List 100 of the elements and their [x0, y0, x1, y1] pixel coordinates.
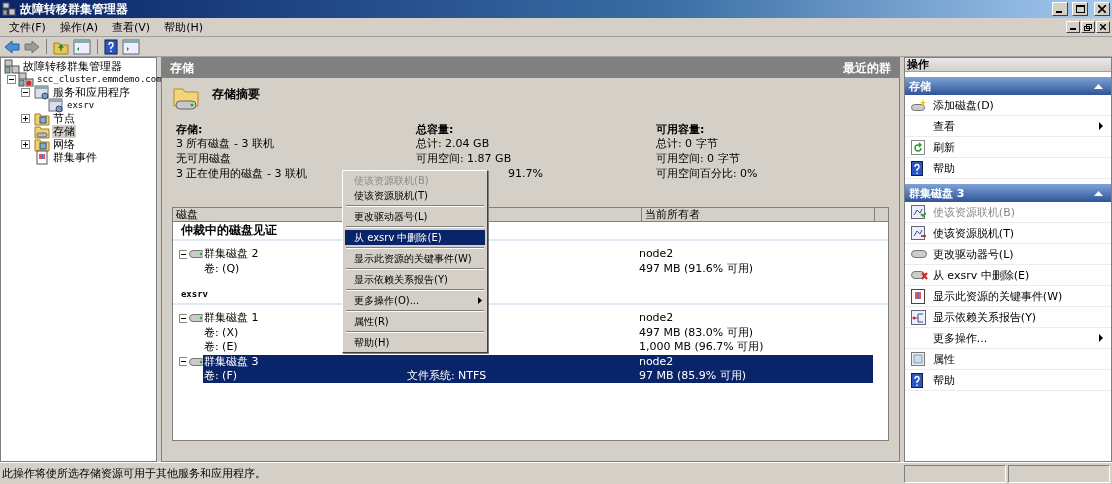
menu-item[interactable]: 使该资源脱机(T): [345, 188, 485, 203]
table-cell: 97 MB (85.9% 可用): [638, 369, 746, 383]
forward-icon[interactable]: [24, 39, 40, 54]
server-icon: [4, 59, 20, 74]
menu-item[interactable]: 属性(R): [345, 314, 485, 329]
selected-row[interactable]: 卷: (F) 文件系统: NTFS 97 MB (85.9% 可用): [202, 369, 873, 384]
summary-line: 3 所有磁盘 - 3 联机: [175, 137, 274, 150]
action-link[interactable]: 帮助: [932, 160, 955, 176]
server-icon: [18, 72, 34, 87]
menu-item[interactable]: 帮助(H): [345, 335, 485, 350]
caret-icon[interactable]: [1094, 83, 1103, 89]
back-icon[interactable]: [4, 39, 20, 54]
maximize-button[interactable]: [1072, 2, 1088, 16]
caret-icon[interactable]: [1094, 190, 1103, 196]
resource-online-icon: [910, 204, 926, 220]
menu-item[interactable]: 从 exsrv 中删除(E): [345, 230, 485, 245]
table-cell: node2: [638, 311, 674, 325]
expand-toggle[interactable]: [7, 75, 16, 84]
cluster-icon: [2, 2, 16, 16]
action-link[interactable]: 添加磁盘(D): [932, 97, 994, 113]
tree-item[interactable]: 故障转移群集管理器: [22, 60, 123, 73]
action-link[interactable]: 显示此资源的关键事件(W): [932, 288, 1063, 304]
menu-item[interactable]: 显示此资源的关键事件(W): [345, 251, 485, 266]
menu-item[interactable]: 文件(F): [2, 19, 53, 35]
tree-item[interactable]: 存储: [52, 125, 76, 138]
event-log-icon: [910, 288, 925, 304]
table-cell: 文件系统: NTFS: [406, 369, 487, 383]
refresh-icon: [910, 139, 925, 155]
action-link[interactable]: 刷新: [932, 139, 955, 155]
tree-item[interactable]: 服务和应用程序: [52, 86, 131, 99]
summary-line: 总计: 2.04 GB: [415, 137, 490, 150]
status-text: 此操作将使所选存储资源可用于其他服务和应用程序。: [1, 466, 266, 481]
window-title: 故障转移群集管理器: [20, 0, 128, 18]
restore-button[interactable]: [1081, 21, 1095, 33]
summary-heading: 总容量:: [415, 122, 455, 136]
summary-heading: 存储:: [175, 122, 204, 136]
tree-item[interactable]: 网络: [52, 138, 76, 151]
action-link[interactable]: 帮助: [932, 372, 955, 388]
action-link[interactable]: 更多操作...: [932, 330, 988, 346]
close-icon: [1100, 24, 1106, 30]
close-button[interactable]: [1094, 2, 1110, 16]
section-title: 存储: [908, 78, 931, 94]
table-cell[interactable]: 卷: (Q): [203, 261, 240, 275]
action-link[interactable]: 更改驱动器号(L): [932, 246, 1014, 262]
expand-toggle[interactable]: [21, 114, 30, 123]
collapse-toggle[interactable]: [178, 313, 187, 323]
table-cell[interactable]: 卷: (E): [203, 340, 238, 354]
menu-item[interactable]: 查看(V): [105, 19, 158, 35]
window-gear-icon: [48, 98, 64, 113]
section-title: 群集磁盘 3: [908, 185, 965, 201]
summary-heading: 可用容量:: [655, 122, 706, 136]
help-icon[interactable]: [104, 38, 118, 55]
table-cell[interactable]: 群集磁盘 2: [203, 247, 259, 261]
expand-toggle[interactable]: [21, 140, 30, 149]
column-header[interactable]: 当前所有者: [641, 208, 875, 221]
tree-item[interactable]: exsrv: [66, 99, 96, 112]
tree-item[interactable]: 节点: [52, 112, 76, 125]
help-icon: [910, 160, 923, 176]
summary-line: 可用空间百分比: 0%: [655, 167, 758, 180]
minimize-button[interactable]: [1052, 2, 1068, 16]
close-icon: [1098, 5, 1106, 13]
collapse-toggle[interactable]: [178, 249, 187, 259]
menu-item[interactable]: 操作(A): [52, 19, 106, 35]
table-cell[interactable]: 卷: (X): [203, 325, 239, 339]
summary-line: 无可用磁盘: [175, 152, 231, 165]
summary-title: 存储摘要: [211, 86, 260, 103]
selected-row[interactable]: 群集磁盘 3 node2: [202, 354, 873, 369]
restore-icon: [1084, 23, 1092, 31]
window-gear-icon: [34, 85, 50, 100]
summary-line: 可用空间: 1.87 GB: [415, 152, 512, 165]
tree-item[interactable]: scc_cluster.emmdemo.com: [36, 73, 163, 86]
action-link[interactable]: 使该资源脱机(T): [932, 225, 1015, 241]
table-cell[interactable]: 卷: (F): [203, 369, 238, 383]
menu-item[interactable]: 更多操作(O)...: [345, 293, 485, 308]
resource-offline-icon: [910, 225, 926, 241]
pane-title: 存储: [169, 59, 194, 77]
section-header[interactable]: 群集磁盘 3: [904, 184, 1111, 202]
menu-item[interactable]: 显示依赖关系报告(Y): [345, 272, 485, 287]
minimize-button[interactable]: [1066, 21, 1080, 33]
help-icon: [910, 372, 923, 388]
collapse-toggle[interactable]: [178, 357, 187, 367]
table-cell[interactable]: 群集磁盘 1: [203, 311, 259, 325]
table-cell[interactable]: 群集磁盘 3: [203, 354, 259, 368]
summary-line: 可用空间: 0 字节: [655, 152, 740, 165]
table-cell: node2: [638, 354, 674, 368]
dependency-report-icon: [910, 309, 926, 325]
action-link[interactable]: 从 exsrv 中删除(E): [932, 267, 1030, 283]
action-link[interactable]: 属性: [932, 351, 955, 367]
tree-item[interactable]: 群集事件: [52, 151, 98, 164]
menu-item[interactable]: 帮助(H): [157, 19, 210, 35]
close-button[interactable]: [1096, 21, 1110, 33]
action-link[interactable]: 显示依赖关系报告(Y): [932, 309, 1037, 325]
summary-line: 总计: 0 字节: [655, 137, 718, 150]
action-link[interactable]: 查看: [932, 118, 955, 134]
expand-toggle[interactable]: [21, 88, 30, 97]
table-cell: 497 MB (91.6% 可用): [638, 261, 753, 275]
section-header[interactable]: 存储: [904, 77, 1111, 95]
actions-title: 操作: [906, 58, 929, 71]
table-cell: 497 MB (83.0% 可用): [638, 325, 753, 339]
group-title: exsrv: [180, 289, 208, 299]
